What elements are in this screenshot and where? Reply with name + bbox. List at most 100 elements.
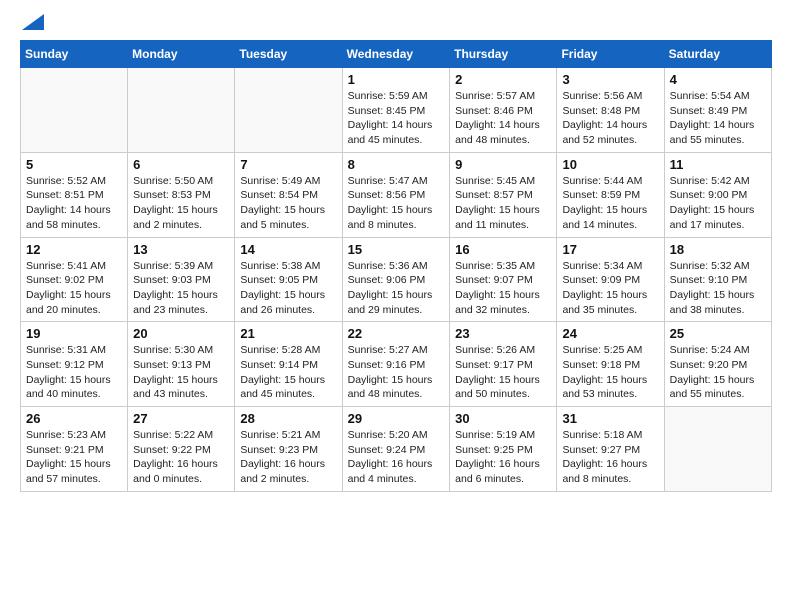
day-info: Sunrise: 5:31 AMSunset: 9:12 PMDaylight:… (26, 343, 122, 402)
day-number: 22 (348, 326, 445, 341)
day-number: 14 (240, 242, 336, 257)
day-number: 21 (240, 326, 336, 341)
day-number: 5 (26, 157, 122, 172)
week-row-2: 5 Sunrise: 5:52 AMSunset: 8:51 PMDaylight… (21, 152, 772, 237)
day-number: 16 (455, 242, 551, 257)
calendar-cell: 27 Sunrise: 5:22 AMSunset: 9:22 PMDayligh… (128, 407, 235, 492)
calendar-cell: 13 Sunrise: 5:39 AMSunset: 9:03 PMDayligh… (128, 237, 235, 322)
calendar-cell: 28 Sunrise: 5:21 AMSunset: 9:23 PMDayligh… (235, 407, 342, 492)
weekday-header-row: SundayMondayTuesdayWednesdayThursdayFrid… (21, 41, 772, 68)
week-row-5: 26Sunrise: 5:23 AMSunset: 9:21 PMDayligh… (21, 407, 772, 492)
day-info: Sunrise: 5:25 AMSunset: 9:18 PMDaylight:… (562, 343, 658, 402)
day-info: Sunrise: 5:32 AMSunset: 9:10 PMDaylight:… (670, 259, 766, 318)
day-info: Sunrise: 5:52 AMSunset: 8:51 PMDaylight:… (26, 174, 122, 233)
day-info: Sunrise: 5:20 AMSunset: 9:24 PMDaylight:… (348, 428, 445, 487)
day-number: 4 (670, 72, 766, 87)
calendar-cell: 16 Sunrise: 5:35 AMSunset: 9:07 PMDayligh… (450, 237, 557, 322)
calendar-cell: 21Sunrise: 5:28 AMSunset: 9:14 PMDayligh… (235, 322, 342, 407)
day-info: Sunrise: 5:22 AMSunset: 9:22 PMDaylight:… (133, 428, 229, 487)
day-number: 28 (240, 411, 336, 426)
calendar-cell: 20 Sunrise: 5:30 AMSunset: 9:13 PMDayligh… (128, 322, 235, 407)
day-info: Sunrise: 5:59 AMSunset: 8:45 PMDaylight:… (348, 89, 445, 148)
day-info: Sunrise: 5:27 AMSunset: 9:16 PMDaylight:… (348, 343, 445, 402)
day-number: 1 (348, 72, 445, 87)
day-number: 6 (133, 157, 229, 172)
day-info: Sunrise: 5:34 AMSunset: 9:09 PMDaylight:… (562, 259, 658, 318)
day-number: 15 (348, 242, 445, 257)
calendar-cell: 29 Sunrise: 5:20 AMSunset: 9:24 PMDayligh… (342, 407, 450, 492)
calendar-cell: 23 Sunrise: 5:26 AMSunset: 9:17 PMDayligh… (450, 322, 557, 407)
day-number: 9 (455, 157, 551, 172)
calendar-cell: 12 Sunrise: 5:41 AMSunset: 9:02 PMDayligh… (21, 237, 128, 322)
day-info: Sunrise: 5:41 AMSunset: 9:02 PMDaylight:… (26, 259, 122, 318)
week-row-4: 19 Sunrise: 5:31 AMSunset: 9:12 PMDayligh… (21, 322, 772, 407)
calendar-cell: 8Sunrise: 5:47 AMSunset: 8:56 PMDaylight… (342, 152, 450, 237)
day-number: 29 (348, 411, 445, 426)
day-number: 8 (348, 157, 445, 172)
day-number: 19 (26, 326, 122, 341)
day-info: Sunrise: 5:30 AMSunset: 9:13 PMDaylight:… (133, 343, 229, 402)
day-number: 10 (562, 157, 658, 172)
day-info: Sunrise: 5:26 AMSunset: 9:17 PMDaylight:… (455, 343, 551, 402)
calendar-cell: 31Sunrise: 5:18 AMSunset: 9:27 PMDayligh… (557, 407, 664, 492)
calendar-cell (128, 68, 235, 153)
day-info: Sunrise: 5:39 AMSunset: 9:03 PMDaylight:… (133, 259, 229, 318)
day-number: 31 (562, 411, 658, 426)
weekday-header-saturday: Saturday (664, 41, 771, 68)
week-row-1: 1 Sunrise: 5:59 AMSunset: 8:45 PMDaylight… (21, 68, 772, 153)
logo-icon (22, 14, 44, 30)
calendar-cell: 10 Sunrise: 5:44 AMSunset: 8:59 PMDayligh… (557, 152, 664, 237)
weekday-header-wednesday: Wednesday (342, 41, 450, 68)
day-number: 12 (26, 242, 122, 257)
day-info: Sunrise: 5:49 AMSunset: 8:54 PMDaylight:… (240, 174, 336, 233)
calendar-cell: 24 Sunrise: 5:25 AMSunset: 9:18 PMDayligh… (557, 322, 664, 407)
calendar-cell: 22 Sunrise: 5:27 AMSunset: 9:16 PMDayligh… (342, 322, 450, 407)
day-number: 24 (562, 326, 658, 341)
weekday-header-tuesday: Tuesday (235, 41, 342, 68)
calendar-cell: 5 Sunrise: 5:52 AMSunset: 8:51 PMDaylight… (21, 152, 128, 237)
day-info: Sunrise: 5:24 AMSunset: 9:20 PMDaylight:… (670, 343, 766, 402)
calendar-cell: 2Sunrise: 5:57 AMSunset: 8:46 PMDaylight… (450, 68, 557, 153)
day-info: Sunrise: 5:35 AMSunset: 9:07 PMDaylight:… (455, 259, 551, 318)
page-header (20, 20, 772, 30)
day-info: Sunrise: 5:38 AMSunset: 9:05 PMDaylight:… (240, 259, 336, 318)
calendar-cell: 4 Sunrise: 5:54 AMSunset: 8:49 PMDaylight… (664, 68, 771, 153)
day-info: Sunrise: 5:56 AMSunset: 8:48 PMDaylight:… (562, 89, 658, 148)
day-info: Sunrise: 5:19 AMSunset: 9:25 PMDaylight:… (455, 428, 551, 487)
calendar-cell: 14 Sunrise: 5:38 AMSunset: 9:05 PMDayligh… (235, 237, 342, 322)
weekday-header-friday: Friday (557, 41, 664, 68)
day-number: 20 (133, 326, 229, 341)
calendar-cell (235, 68, 342, 153)
calendar-cell: 17Sunrise: 5:34 AMSunset: 9:09 PMDayligh… (557, 237, 664, 322)
calendar-cell: 9 Sunrise: 5:45 AMSunset: 8:57 PMDaylight… (450, 152, 557, 237)
day-info: Sunrise: 5:45 AMSunset: 8:57 PMDaylight:… (455, 174, 551, 233)
day-info: Sunrise: 5:44 AMSunset: 8:59 PMDaylight:… (562, 174, 658, 233)
calendar-cell (664, 407, 771, 492)
day-number: 25 (670, 326, 766, 341)
calendar-cell: 25 Sunrise: 5:24 AMSunset: 9:20 PMDayligh… (664, 322, 771, 407)
day-info: Sunrise: 5:54 AMSunset: 8:49 PMDaylight:… (670, 89, 766, 148)
day-info: Sunrise: 5:36 AMSunset: 9:06 PMDaylight:… (348, 259, 445, 318)
weekday-header-sunday: Sunday (21, 41, 128, 68)
day-number: 2 (455, 72, 551, 87)
day-number: 3 (562, 72, 658, 87)
calendar-cell (21, 68, 128, 153)
calendar-cell: 26Sunrise: 5:23 AMSunset: 9:21 PMDayligh… (21, 407, 128, 492)
calendar-cell: 15 Sunrise: 5:36 AMSunset: 9:06 PMDayligh… (342, 237, 450, 322)
calendar-cell: 1 Sunrise: 5:59 AMSunset: 8:45 PMDaylight… (342, 68, 450, 153)
day-number: 11 (670, 157, 766, 172)
calendar-cell: 18Sunrise: 5:32 AMSunset: 9:10 PMDayligh… (664, 237, 771, 322)
calendar-cell: 3 Sunrise: 5:56 AMSunset: 8:48 PMDaylight… (557, 68, 664, 153)
weekday-header-monday: Monday (128, 41, 235, 68)
day-number: 23 (455, 326, 551, 341)
day-info: Sunrise: 5:21 AMSunset: 9:23 PMDaylight:… (240, 428, 336, 487)
day-number: 27 (133, 411, 229, 426)
day-number: 26 (26, 411, 122, 426)
calendar-cell: 7 Sunrise: 5:49 AMSunset: 8:54 PMDaylight… (235, 152, 342, 237)
day-number: 30 (455, 411, 551, 426)
day-info: Sunrise: 5:50 AMSunset: 8:53 PMDaylight:… (133, 174, 229, 233)
day-number: 7 (240, 157, 336, 172)
weekday-header-thursday: Thursday (450, 41, 557, 68)
day-info: Sunrise: 5:42 AMSunset: 9:00 PMDaylight:… (670, 174, 766, 233)
day-number: 13 (133, 242, 229, 257)
